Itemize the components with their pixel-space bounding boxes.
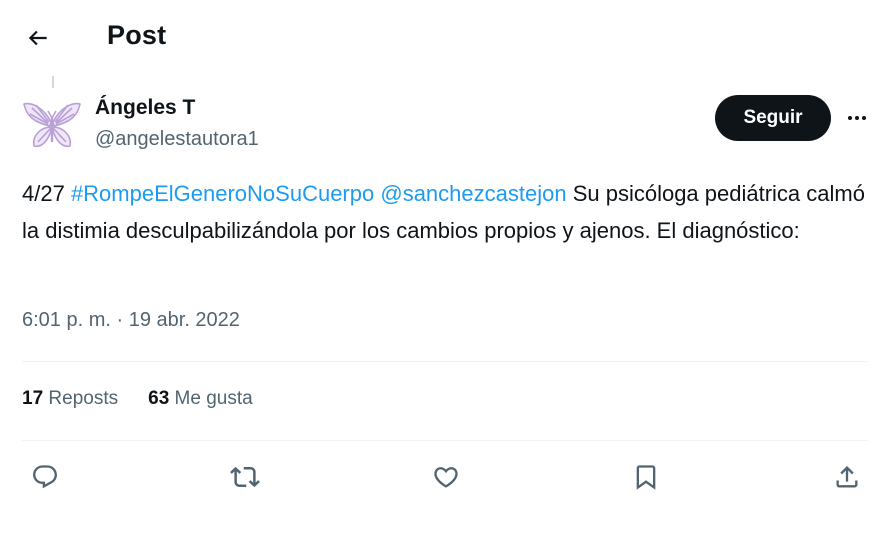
action-bar <box>0 450 886 502</box>
butterfly-icon <box>22 98 82 154</box>
likes-stat[interactable]: 63 Me gusta <box>148 388 253 410</box>
follow-button[interactable]: Seguir <box>715 95 831 141</box>
reply-button[interactable] <box>24 456 66 498</box>
bookmark-icon <box>632 463 660 491</box>
tweet-prefix: 4/27 <box>22 181 71 206</box>
page-title: Post <box>107 20 167 50</box>
top-bar: Post <box>0 0 886 76</box>
like-button[interactable] <box>425 456 467 498</box>
reply-icon <box>31 463 59 491</box>
reposts-count: 17 <box>22 388 44 409</box>
share-icon <box>833 463 861 491</box>
like-icon <box>432 463 460 491</box>
repost-icon <box>230 462 260 492</box>
author-name[interactable]: Ángeles T <box>95 96 195 120</box>
share-button[interactable] <box>826 456 868 498</box>
divider <box>22 361 868 362</box>
author-handle[interactable]: @angelestautora1 <box>95 128 259 151</box>
tweet-timestamp[interactable]: 6:01 p. m. · 19 abr. 2022 <box>22 309 240 332</box>
more-horizontal-icon <box>845 106 869 130</box>
reposts-stat[interactable]: 17 Reposts <box>22 388 118 410</box>
back-button[interactable] <box>18 18 58 58</box>
hashtag-link[interactable]: #RompeElGeneroNoSuCuerpo <box>71 181 374 206</box>
thread-line <box>52 76 54 88</box>
avatar[interactable] <box>22 98 82 154</box>
engagement-stats: 17 Reposts 63 Me gusta <box>22 388 253 410</box>
bookmark-button[interactable] <box>625 456 667 498</box>
divider <box>22 440 868 441</box>
likes-label: Me gusta <box>174 388 253 409</box>
arrow-left-icon <box>25 25 51 51</box>
reposts-label: Reposts <box>48 388 119 409</box>
tweet-text: 4/27 #RompeElGeneroNoSuCuerpo @sanchezca… <box>22 175 872 249</box>
likes-count: 63 <box>148 388 170 409</box>
more-options-button[interactable] <box>838 98 876 138</box>
repost-button[interactable] <box>224 456 266 498</box>
mention-link[interactable]: @sanchezcastejon <box>380 181 566 206</box>
